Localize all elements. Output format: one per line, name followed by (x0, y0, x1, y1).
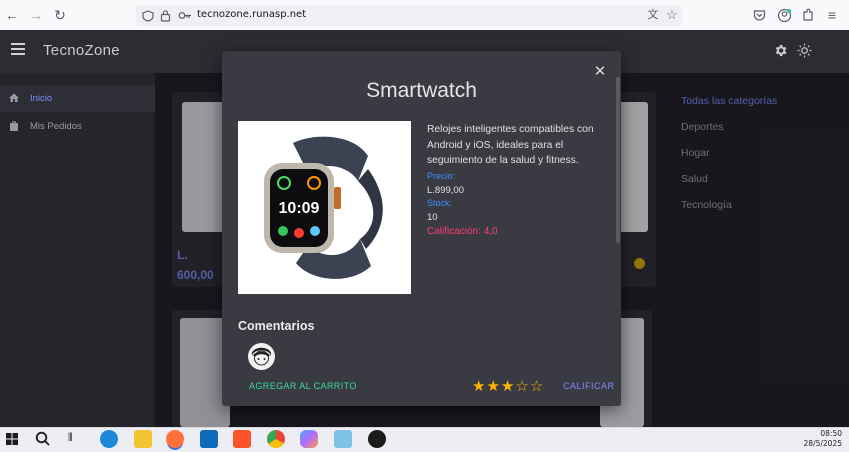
add-to-cart-button[interactable]: AGREGAR AL CARRITO (249, 381, 357, 391)
sidebar-item-inicio[interactable]: Inicio (0, 86, 155, 112)
product-dialog: Smartwatch ✕ 10:09 Relojes inteligentes … (222, 51, 621, 406)
brave-icon[interactable] (233, 430, 251, 448)
avatar (248, 343, 275, 370)
pocket-icon[interactable] (753, 9, 766, 22)
hamburger-menu-icon[interactable] (11, 43, 25, 55)
clock-time: 08:50 (820, 429, 842, 438)
key-icon[interactable] (178, 10, 192, 21)
star-1[interactable]: ★ (472, 378, 485, 395)
shield-icon[interactable] (142, 10, 154, 22)
file-explorer-icon[interactable] (134, 430, 152, 448)
close-icon[interactable]: ✕ (592, 64, 608, 80)
url-text: tecnozone.runasp.net (197, 9, 307, 20)
sidebar-item-label: Mis Pedidos (30, 121, 82, 132)
back-icon[interactable]: ← (4, 7, 20, 23)
app-icon[interactable] (334, 430, 352, 448)
star-rating-input[interactable]: ★★★☆☆ (472, 377, 544, 395)
shopping-bag-icon (10, 121, 18, 131)
comments-heading: Comentarios (238, 319, 315, 333)
app-icon[interactable] (368, 430, 386, 448)
stock-label: Stock: (427, 198, 453, 208)
smartwatch-image: 10:09 (264, 136, 383, 279)
settings-gear-icon[interactable] (773, 43, 788, 58)
search-icon[interactable] (35, 431, 50, 446)
windows-start-icon[interactable] (6, 433, 18, 445)
star-4[interactable]: ☆ (515, 378, 528, 395)
product-description: Relojes inteligentes compatibles con And… (427, 124, 594, 166)
star-2[interactable]: ★ (486, 378, 499, 395)
brightness-sun-icon[interactable] (797, 43, 812, 58)
dialog-title: Smartwatch (366, 79, 477, 102)
outlook-icon[interactable] (200, 430, 218, 448)
home-icon (9, 93, 19, 102)
product-image: 10:09 (238, 121, 411, 294)
clock-date: 28/5/2025 (803, 439, 842, 448)
taskbar (0, 427, 849, 452)
sidebar-item-label: Inicio (30, 93, 53, 104)
bookmark-star-icon[interactable]: ☆ (664, 7, 680, 23)
forward-icon[interactable]: → (28, 7, 44, 23)
watch-time: 10:09 (279, 200, 320, 217)
stock-value: 10 (427, 212, 438, 223)
chrome-icon[interactable] (267, 430, 285, 448)
task-view-icon[interactable]: ⫴ (68, 432, 73, 445)
translate-icon[interactable]: 文 (645, 7, 661, 23)
sidebar-item-mis-pedidos[interactable]: Mis Pedidos (0, 114, 155, 140)
star-3[interactable]: ★ (501, 378, 514, 395)
system-clock[interactable]: 08:50 28/5/2025 (790, 429, 842, 449)
dialog-scrollbar[interactable] (616, 77, 620, 243)
price-value: L.899,00 (427, 185, 464, 196)
copilot-icon[interactable] (300, 430, 318, 448)
edge-icon[interactable] (100, 430, 118, 448)
menu-icon[interactable]: ≡ (824, 7, 840, 23)
extensions-icon[interactable] (801, 8, 815, 22)
average-rating: Calificación: 4,0 (427, 226, 498, 237)
account-icon[interactable] (777, 8, 792, 23)
star-5[interactable]: ☆ (530, 378, 543, 395)
lock-icon[interactable] (160, 9, 171, 22)
app-title: TecnoZone (43, 42, 120, 59)
firefox-icon[interactable] (166, 430, 184, 448)
reload-icon[interactable]: ↻ (52, 7, 68, 23)
rate-button[interactable]: CALIFICAR (563, 381, 615, 391)
price-label: Precio: (427, 171, 456, 181)
